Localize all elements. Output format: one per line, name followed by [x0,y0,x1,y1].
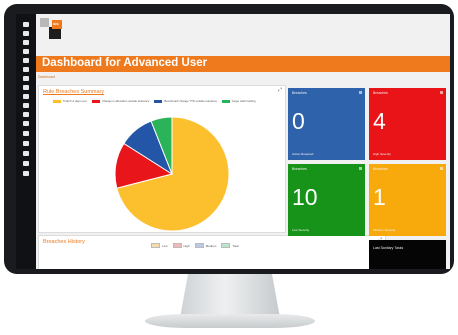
tile-low-severity[interactable]: Breaches 10 Low Severity [288,164,365,236]
sidebar-folder-icon[interactable] [23,85,29,90]
breaches-history-panel: Breaches History ⤢ Low High Medium Total [38,235,386,269]
sidebar-settings-icon[interactable] [23,121,29,126]
breadcrumb[interactable]: Dashboard [38,75,55,79]
tile-caption: Medium Severity [373,228,396,232]
sidebar-search-icon[interactable] [23,31,29,36]
sidebar-grid-icon[interactable] [23,76,29,81]
tile-caption: Action Required [292,152,314,156]
legend-swatch [221,243,231,248]
sidebar-report-icon[interactable] [23,103,29,108]
tile-menu-icon[interactable] [440,91,443,94]
tile-action-required[interactable]: Breaches 0 Action Required [288,88,365,160]
monitor-stand-neck [180,274,280,318]
history-legend: Low High Medium Total [151,243,239,248]
legend-item[interactable]: Medium [194,243,217,248]
tile-header: Breaches [373,91,388,95]
tile-caption: High Severity [373,152,391,156]
sidebar-more-icon[interactable] [23,161,29,166]
legend-swatch [172,243,182,248]
legend-item[interactable]: Low [151,243,168,248]
pie-chart [114,116,230,232]
legend-label: Total [232,243,239,248]
page-title-bar: Dashboard for Advanced User [36,56,450,72]
tile-header: Breaches [292,167,307,171]
sidebar-calendar-icon[interactable] [23,94,29,99]
tile-header: Breaches [373,167,388,171]
rule-breaches-panel: Rule Breaches Summary ⤢ Total P-2 days o… [38,85,286,233]
company-logo: sis [40,18,70,48]
tile-menu-icon[interactable] [359,167,362,170]
breaches-history-title[interactable]: Breaches History [43,239,85,245]
legend-item[interactable]: High [172,243,190,248]
sidebar-chart-icon[interactable] [23,67,29,72]
legend-label: Medium [205,243,217,248]
sidebar-list-icon[interactable] [23,58,29,63]
sidebar-help-icon[interactable] [23,131,29,136]
monitor-bezel: sis Dashboard for Advanced User Dashboar… [4,4,454,274]
legend-label: High [183,243,190,248]
tile-header: Breaches [292,91,307,95]
sidebar-home-icon[interactable] [23,22,29,27]
tile-high-severity[interactable]: Breaches 4 High Severity [369,88,446,160]
screen: sis Dashboard for Advanced User Dashboar… [16,14,450,269]
page-title: Dashboard for Advanced User [42,57,208,69]
tile-last-tasks[interactable]: Last Sanitary Tasks [369,240,446,269]
tile-caption: Low Severity [292,228,310,232]
logo-grey-square [40,18,49,27]
legend-swatch [151,243,160,248]
legend-label: Low [162,243,168,248]
sidebar-doc-icon[interactable] [23,40,29,45]
tile-menu-icon[interactable] [359,91,362,94]
tile-value: 1 [373,184,386,210]
sidebar-info-icon[interactable] [23,141,29,146]
tile-value: 10 [292,184,318,210]
sidebar-user-icon[interactable] [23,49,29,54]
tile-value: 0 [292,108,305,134]
sidebar-extra-icon[interactable] [23,171,29,176]
sidebar [16,14,36,269]
legend-item[interactable]: Total [221,243,239,248]
monitor-stand-base [145,314,315,328]
sidebar-bell-icon[interactable] [23,112,29,117]
legend-swatch [194,243,204,248]
sidebar-logout-icon[interactable] [23,151,29,156]
logo-text: sis [53,21,59,26]
tile-medium-severity[interactable]: Breaches 1 Medium Severity [369,164,446,236]
tile-value: 4 [373,108,386,134]
tile-header: Last Sanitary Tasks [373,246,404,250]
tile-menu-icon[interactable] [440,167,443,170]
